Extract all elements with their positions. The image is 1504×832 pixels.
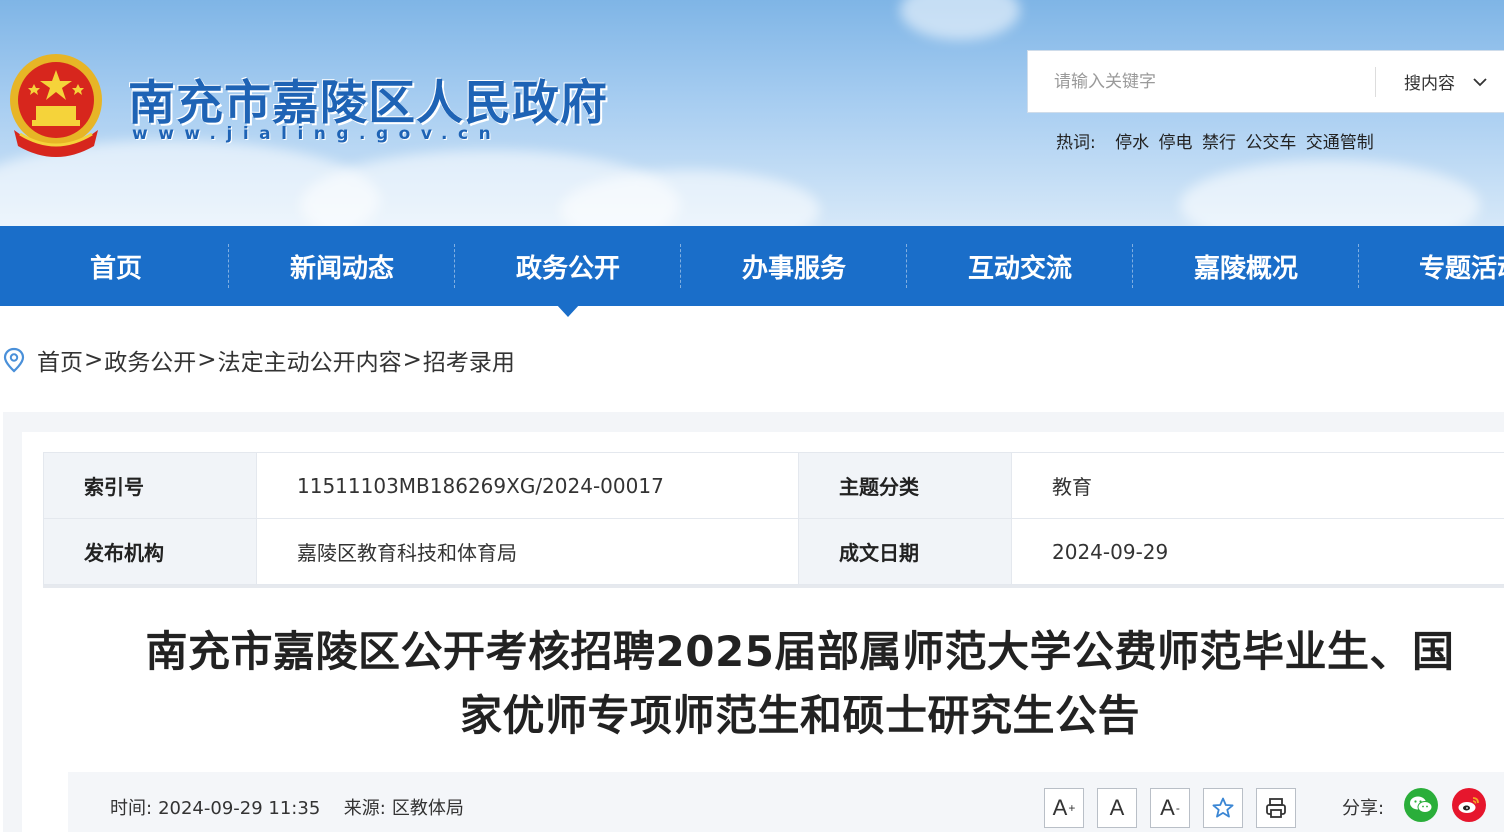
article-title-line: 家优师专项师范生和硕士研究生公告 [100, 684, 1500, 748]
article-title-line: 南充市嘉陵区公开考核招聘2025届部属师范大学公费师范毕业生、国 [100, 620, 1500, 684]
nav-item-news[interactable]: 新闻动态 [229, 226, 455, 306]
meta-date-label: 成文日期 [799, 519, 1012, 585]
nav-item-gov-affairs[interactable]: 政务公开 [455, 226, 681, 306]
meta-divider [43, 585, 1504, 588]
nav-item-interaction[interactable]: 互动交流 [907, 226, 1133, 306]
source-label: 来源: [344, 798, 386, 819]
meta-index-value: 11511103MB186269XG/2024-00017 [257, 453, 799, 519]
share-label: 分享: [1342, 794, 1384, 820]
breadcrumb-separator: > [403, 347, 422, 373]
hot-word-link[interactable]: 公交车 [1245, 133, 1296, 153]
nav-active-indicator [556, 304, 580, 317]
hot-word-link[interactable]: 禁行 [1202, 133, 1236, 153]
search-scope-label: 搜内容 [1404, 69, 1455, 94]
breadcrumb-separator: > [84, 347, 103, 373]
breadcrumb-gov-affairs[interactable]: 政务公开 [104, 343, 196, 377]
site-name[interactable]: 南充市嘉陵区人民政府 [128, 64, 608, 133]
favorite-button[interactable] [1203, 788, 1243, 828]
hot-word-link[interactable]: 交通管制 [1306, 133, 1374, 153]
hot-words-label: 热词: [1056, 133, 1096, 153]
document-meta-table: 索引号 11511103MB186269XG/2024-00017 主题分类 教… [43, 452, 1504, 585]
national-emblem-icon [4, 50, 108, 160]
main-nav: 首页 新闻动态 政务公开 办事服务 互动交流 嘉陵概况 专题活动 [0, 226, 1504, 306]
star-icon [1211, 796, 1235, 820]
plus-icon: + [1068, 801, 1075, 815]
meta-org-value: 嘉陵区教育科技和体育局 [257, 519, 799, 585]
search-box: 搜内容 [1027, 50, 1504, 113]
site-url: www.jialing.gov.cn [132, 124, 501, 144]
search-scope-dropdown[interactable]: 搜内容 [1376, 69, 1487, 94]
font-default-button[interactable]: A [1097, 788, 1137, 828]
time-value: 2024-09-29 11:35 [158, 798, 320, 819]
chevron-down-icon [1473, 77, 1487, 87]
weibo-share-button[interactable] [1452, 788, 1486, 822]
meta-index-label: 索引号 [44, 453, 257, 519]
font-larger-button[interactable]: A+ [1044, 788, 1084, 828]
font-smaller-label: A [1160, 795, 1175, 821]
font-larger-label: A [1053, 795, 1068, 821]
meta-date-value: 2024-09-29 [1012, 519, 1504, 585]
breadcrumb-separator: > [197, 347, 216, 373]
hot-word-link[interactable]: 停水 [1115, 133, 1149, 153]
search-input[interactable] [1028, 51, 1375, 112]
hot-words: 热词: 停水 停电 禁行 公交车 交通管制 [1056, 128, 1378, 153]
weibo-icon [1457, 795, 1481, 815]
meta-org-label: 发布机构 [44, 519, 257, 585]
nav-item-services[interactable]: 办事服务 [681, 226, 907, 306]
time-label: 时间: [110, 798, 152, 819]
breadcrumb: 首页 > 政务公开 > 法定主动公开内容 > 招考录用 [0, 344, 515, 376]
print-button[interactable] [1256, 788, 1296, 828]
font-smaller-button[interactable]: A- [1150, 788, 1190, 828]
article-title: 南充市嘉陵区公开考核招聘2025届部属师范大学公费师范毕业生、国 家优师专项师范… [100, 620, 1500, 748]
location-pin-icon [3, 347, 25, 373]
nav-item-home[interactable]: 首页 [3, 226, 229, 306]
source-value: 区教体局 [392, 798, 464, 819]
font-default-label: A [1110, 795, 1125, 821]
site-header: 南充市嘉陵区人民政府 www.jialing.gov.cn 搜内容 热词: 停水… [0, 0, 1504, 226]
breadcrumb-statutory-content[interactable]: 法定主动公开内容 [218, 343, 402, 377]
minus-icon: - [1176, 801, 1180, 815]
wechat-share-button[interactable] [1404, 788, 1438, 822]
nav-item-topics[interactable]: 专题活动 [1359, 226, 1504, 306]
nav-item-overview[interactable]: 嘉陵概况 [1133, 226, 1359, 306]
article-info: 时间: 2024-09-29 11:35 来源: 区教体局 [110, 794, 464, 820]
meta-topic-label: 主题分类 [799, 453, 1012, 519]
printer-icon [1264, 796, 1288, 820]
meta-topic-value: 教育 [1012, 453, 1504, 519]
breadcrumb-home[interactable]: 首页 [37, 343, 83, 377]
wechat-icon [1409, 795, 1433, 815]
hot-word-link[interactable]: 停电 [1159, 133, 1193, 153]
breadcrumb-recruitment[interactable]: 招考录用 [423, 343, 515, 377]
